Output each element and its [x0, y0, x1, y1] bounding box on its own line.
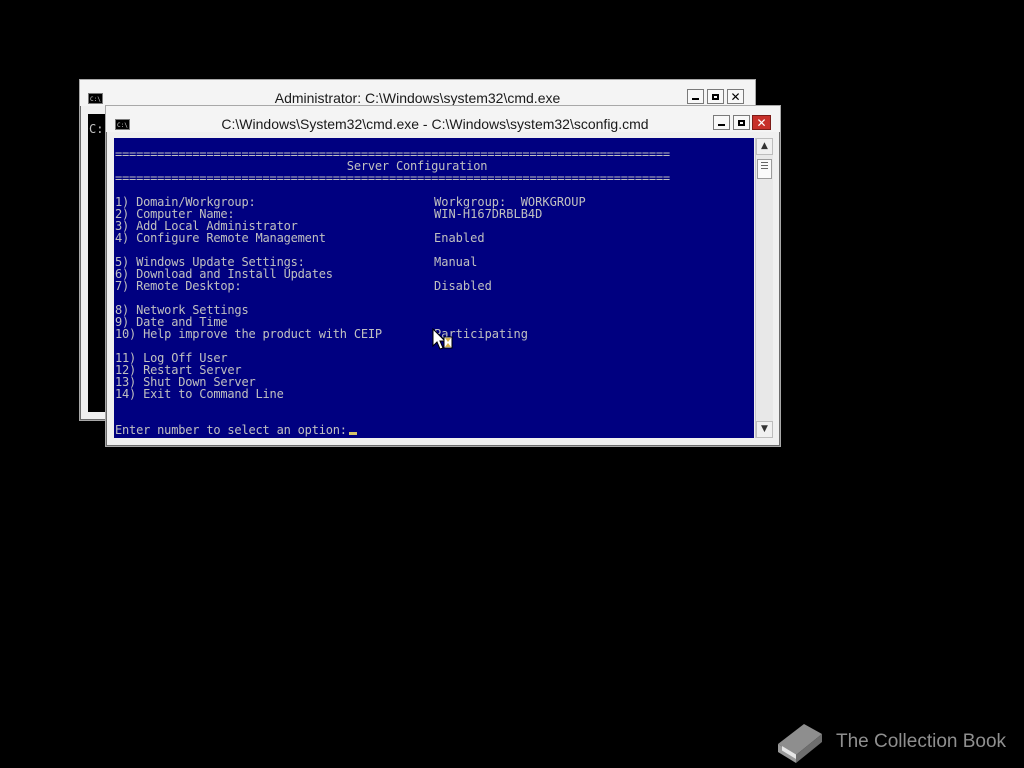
menu-item-label: 4) Configure Remote Management [115, 231, 326, 245]
menu-item-value: Manual [434, 255, 478, 269]
chevron-up-icon: ▲ [761, 141, 768, 151]
watermark: The Collection Book [774, 718, 1006, 766]
option-prompt[interactable]: Enter number to select an option: [115, 424, 357, 436]
scroll-down-button[interactable]: ▼ [756, 421, 773, 438]
scroll-up-button[interactable]: ▲ [756, 138, 773, 155]
sconfig-console[interactable]: ========================================… [114, 138, 754, 438]
front-maximize-button[interactable] [733, 115, 750, 130]
maximize-icon [738, 119, 745, 126]
back-maximize-button[interactable] [707, 89, 724, 104]
chevron-down-icon: ▼ [761, 424, 768, 434]
minimize-icon [718, 124, 725, 126]
front-close-button[interactable]: ✕ [752, 115, 771, 130]
busy-pointer-icon [432, 327, 456, 356]
close-icon: ✕ [730, 89, 741, 104]
menu-item-value: WIN-H167DRBLB4D [434, 207, 543, 221]
menu-item-label: 10) Help improve the product with CEIP [115, 327, 382, 341]
watermark-text: The Collection Book [836, 731, 1007, 752]
vertical-scrollbar[interactable]: ▲ ▼ [755, 138, 773, 438]
separator-line: ========================================… [115, 171, 670, 185]
front-window-title: C:\Windows\System32\cmd.exe - C:\Windows… [221, 116, 649, 132]
option-prompt-text: Enter number to select an option: [115, 423, 347, 437]
close-icon: ✕ [756, 115, 767, 130]
front-minimize-button[interactable] [713, 115, 730, 130]
menu-item-label: 14) Exit to Command Line [115, 387, 284, 401]
menu-item-value: Disabled [434, 279, 492, 293]
front-title-bar[interactable]: C:\ C:\Windows\System32\cmd.exe - C:\Win… [106, 106, 780, 132]
maximize-icon [712, 93, 719, 100]
back-title-bar[interactable]: C:\ Administrator: C:\Windows\system32\c… [80, 80, 755, 106]
text-caret [348, 432, 357, 435]
menu-item-label: 7) Remote Desktop: [115, 279, 242, 293]
back-close-button[interactable]: ✕ [727, 89, 744, 104]
minimize-icon [692, 98, 699, 100]
scroll-thumb[interactable] [757, 159, 772, 179]
back-minimize-button[interactable] [687, 89, 704, 104]
book-icon [778, 724, 822, 763]
menu-item-value: Enabled [434, 231, 485, 245]
back-window-title: Administrator: C:\Windows\system32\cmd.e… [274, 90, 561, 106]
sconfig-window[interactable]: C:\ C:\Windows\System32\cmd.exe - C:\Win… [105, 105, 781, 447]
